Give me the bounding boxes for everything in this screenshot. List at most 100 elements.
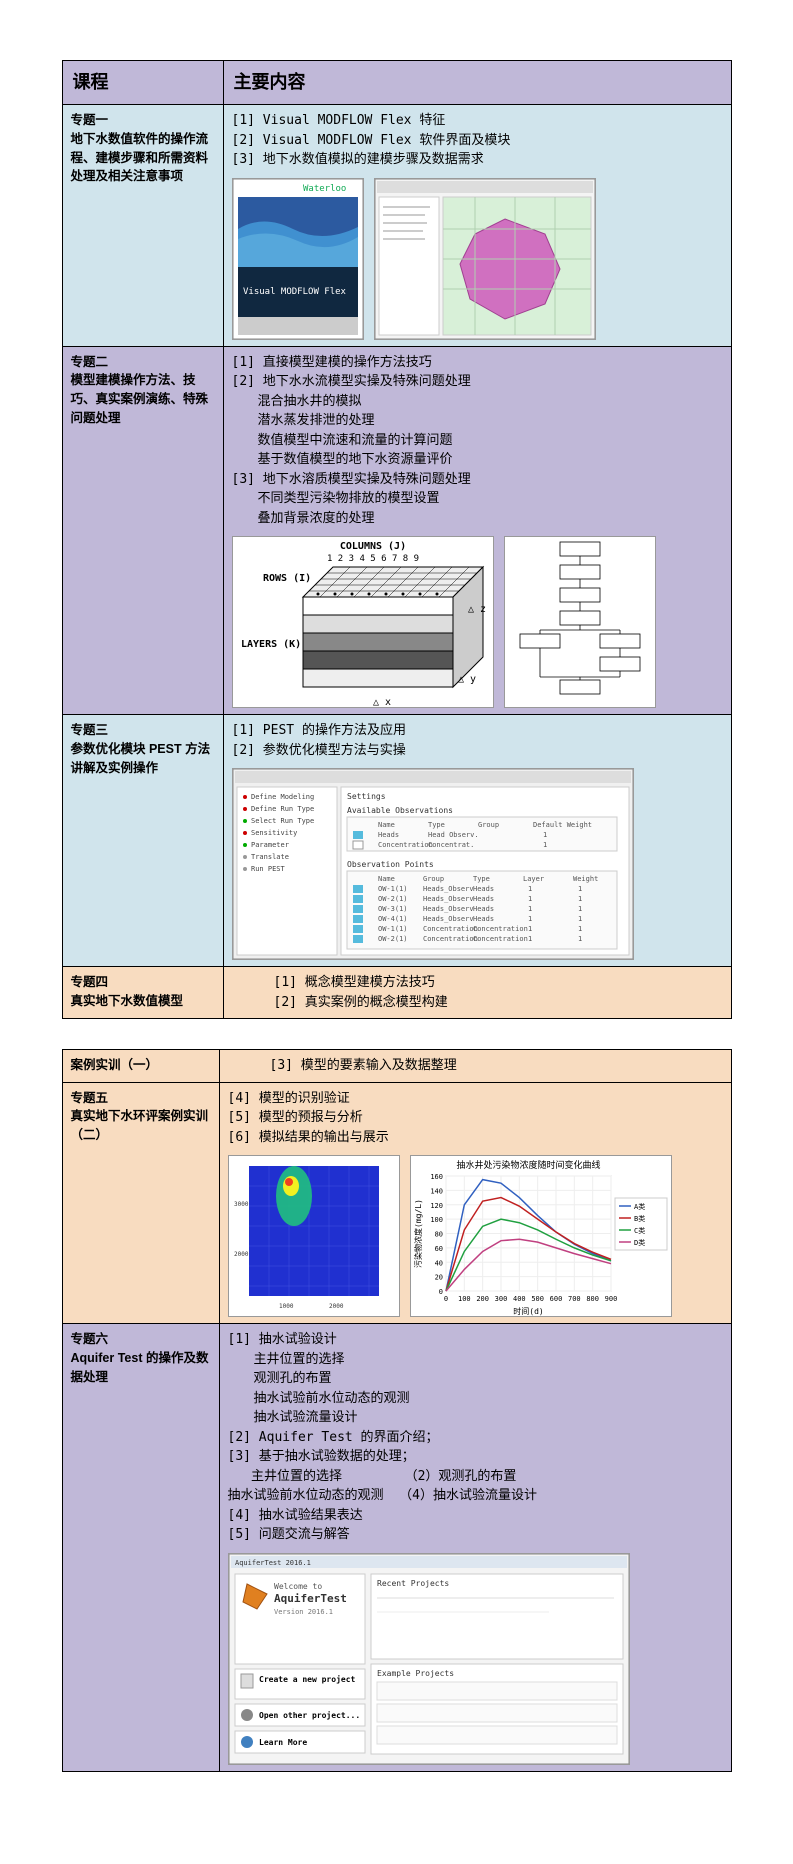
svg-text:Type: Type: [428, 821, 445, 829]
svg-text:1: 1: [543, 841, 547, 849]
svg-text:100: 100: [430, 1216, 443, 1224]
svg-text:0: 0: [443, 1295, 447, 1303]
svg-text:Create a new project: Create a new project: [259, 1674, 356, 1684]
svg-text:Weight: Weight: [573, 875, 598, 883]
content-item: [2] Visual MODFLOW Flex 软件界面及模块: [232, 131, 723, 151]
content-item: 数值模型中流速和流量的计算问题: [232, 431, 723, 451]
content-cell: [3] 模型的要素输入及数据整理: [219, 1050, 731, 1083]
svg-text:Heads_Observ: Heads_Observ: [423, 905, 474, 913]
svg-text:Define Modeling: Define Modeling: [251, 793, 314, 801]
svg-text:Run PEST: Run PEST: [251, 865, 286, 873]
content-item: [1] Visual MODFLOW Flex 特征: [232, 111, 723, 131]
svg-text:200: 200: [476, 1295, 489, 1303]
topic-num: 专题二: [71, 355, 109, 369]
svg-text:OW-2(1): OW-2(1): [378, 895, 408, 903]
svg-text:AquiferTest 2016.1: AquiferTest 2016.1: [235, 1559, 311, 1567]
svg-text:Welcome to: Welcome to: [274, 1582, 322, 1591]
content-item: [5] 问题交流与解答: [228, 1525, 723, 1545]
svg-text:700: 700: [568, 1295, 581, 1303]
svg-text:Concentrat.: Concentrat.: [428, 841, 474, 849]
header-content: 主要内容: [223, 61, 731, 105]
svg-text:Concentration: Concentration: [423, 935, 478, 943]
svg-text:1: 1: [578, 935, 582, 943]
svg-text:Concentration: Concentration: [473, 935, 528, 943]
content-cell: [1] PEST 的操作方法及应用 [2] 参数优化模型方法与实操 Define…: [223, 715, 731, 967]
svg-text:污染物浓度(mg/L): 污染物浓度(mg/L): [413, 1199, 423, 1268]
topic-title: 参数优化模块 PEST 方法讲解及实例操作: [71, 742, 211, 775]
grid-diagram-image: COLUMNS (J) 1 2 3 4 5 6 7 8 9 ROWS (I) L…: [232, 536, 494, 708]
svg-text:40: 40: [434, 1259, 442, 1267]
svg-text:300: 300: [494, 1295, 507, 1303]
content-cell: [4] 模型的识别验证 [5] 模型的预报与分析 [6] 模拟结果的输出与展示: [219, 1082, 731, 1324]
svg-text:1: 1: [578, 905, 582, 913]
svg-text:OW-3(1): OW-3(1): [378, 905, 408, 913]
content-item: 叠加背景浓度的处理: [232, 509, 723, 529]
svg-text:140: 140: [430, 1187, 443, 1195]
content-item: [3] 地下水数值模拟的建模步骤及数据需求: [232, 150, 723, 170]
svg-text:Type: Type: [473, 875, 490, 883]
topic-cell: 专题三 参数优化模块 PEST 方法讲解及实例操作: [62, 715, 223, 967]
topic-cell: 专题一 地下水数值软件的操作流程、建模步骤和所需资料处理及相关注意事项: [62, 105, 223, 347]
line-chart-image: 抽水井处污染物浓度随时间变化曲线020406080100120140160010…: [410, 1155, 672, 1317]
svg-text:Example Projects: Example Projects: [377, 1669, 454, 1678]
content-item: 混合抽水井的模拟: [232, 392, 723, 412]
content-item: [1] PEST 的操作方法及应用: [232, 721, 723, 741]
svg-text:0: 0: [438, 1288, 442, 1296]
svg-text:2000: 2000: [234, 1251, 249, 1258]
svg-text:Define Run Type: Define Run Type: [251, 805, 314, 813]
svg-text:Name: Name: [378, 875, 395, 883]
software-screenshot-image: [374, 178, 596, 340]
topic-num: 专题五: [71, 1091, 109, 1105]
svg-text:D类: D类: [634, 1238, 645, 1247]
svg-text:400: 400: [513, 1295, 526, 1303]
svg-text:COLUMNS (J): COLUMNS (J): [339, 541, 405, 552]
svg-text:Heads: Heads: [473, 895, 494, 903]
svg-text:LAYERS (K): LAYERS (K): [241, 639, 301, 650]
content-item: 基于数值模型的地下水资源量评价: [232, 450, 723, 470]
svg-text:80: 80: [434, 1231, 442, 1239]
svg-text:800: 800: [586, 1295, 599, 1303]
content-item: [4] 模型的识别验证: [228, 1089, 723, 1109]
topic-num: 专题六: [71, 1332, 109, 1346]
content-item: [2] Aquifer Test 的界面介绍；: [228, 1428, 723, 1448]
svg-text:100: 100: [458, 1295, 471, 1303]
svg-text:Head Observ.: Head Observ.: [428, 831, 479, 839]
svg-text:Heads: Heads: [473, 905, 494, 913]
product-box-image: Waterloo Visual MODFLOW Flex: [232, 178, 364, 340]
svg-text:时间(d): 时间(d): [513, 1306, 543, 1316]
content-item: [1] 抽水试验设计: [228, 1330, 723, 1350]
content-cell: [1] 概念模型建模方法技巧 [2] 真实案例的概念模型构建: [223, 967, 731, 1019]
svg-text:Heads: Heads: [378, 831, 399, 839]
content-item: [5] 模型的预报与分析: [228, 1108, 723, 1128]
svg-text:1: 1: [528, 935, 532, 943]
topic-cell: 专题五 真实地下水环评案例实训（二）: [62, 1082, 219, 1324]
svg-text:1: 1: [528, 895, 532, 903]
svg-text:Concentration: Concentration: [378, 841, 433, 849]
svg-text:Heads: Heads: [473, 885, 494, 893]
svg-text:Heads_Observ: Heads_Observ: [423, 915, 474, 923]
svg-text:AquiferTest: AquiferTest: [274, 1592, 347, 1605]
svg-text:OW-2(1): OW-2(1): [378, 935, 408, 943]
svg-text:Sensitivity: Sensitivity: [251, 829, 297, 837]
svg-text:2000: 2000: [329, 1303, 344, 1310]
svg-text:C类: C类: [634, 1226, 645, 1235]
svg-text:60: 60: [434, 1245, 442, 1253]
svg-text:1: 1: [528, 885, 532, 893]
svg-text:Settings: Settings: [347, 792, 386, 801]
content-item: [1] 直接模型建模的操作方法技巧: [232, 353, 723, 373]
header-course: 课程: [62, 61, 223, 105]
topic-title: Aquifer Test 的操作及数据处理: [71, 1351, 209, 1384]
topic-title: 地下水数值软件的操作流程、建模步骤和所需资料处理及相关注意事项: [71, 132, 209, 184]
svg-text:△ x: △ x: [373, 697, 391, 707]
content-item: 不同类型污染物排放的模型设置: [232, 489, 723, 509]
svg-text:1: 1: [543, 831, 547, 839]
svg-text:Group: Group: [478, 821, 499, 829]
content-cell: [1] Visual MODFLOW Flex 特征 [2] Visual MO…: [223, 105, 731, 347]
content-item: [6] 模拟结果的输出与展示: [228, 1128, 723, 1148]
svg-text:Default Weight: Default Weight: [533, 821, 592, 829]
topic-cell: 专题二 模型建模操作方法、技巧、真实案例演练、特殊问题处理: [62, 346, 223, 715]
content-item: [4] 抽水试验结果表达: [228, 1506, 723, 1526]
svg-text:Heads: Heads: [473, 915, 494, 923]
topic-cell: 案例实训（一）: [62, 1050, 219, 1083]
content-item: [1] 概念模型建模方法技巧: [274, 973, 723, 993]
